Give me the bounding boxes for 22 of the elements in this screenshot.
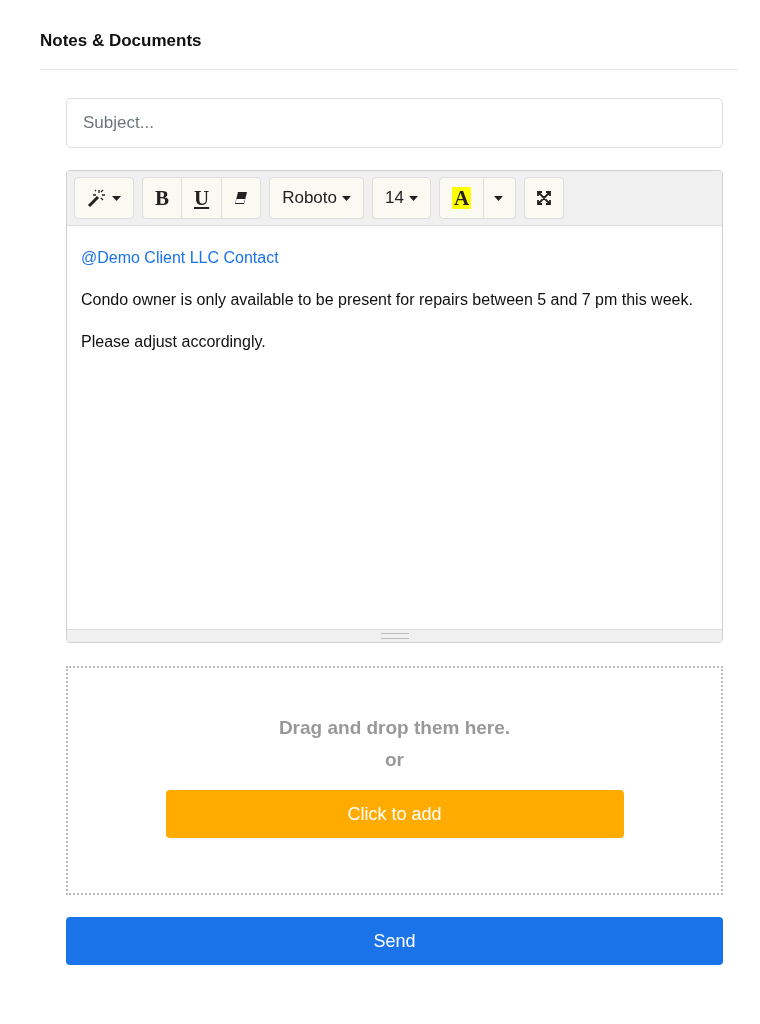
dropdown-button[interactable]: Roboto <box>270 178 363 218</box>
or-label: or <box>385 748 404 772</box>
underline-button[interactable]: U <box>181 178 222 218</box>
send-button[interactable]: Send <box>66 917 723 965</box>
mention-link[interactable]: @Demo Client LLC Contact <box>81 242 279 274</box>
note-paragraph: Please adjust accordingly. <box>81 332 267 352</box>
caret-icon <box>342 195 351 201</box>
grip-icon <box>380 633 409 639</box>
caret-icon <box>408 195 418 201</box>
note-paragraph: Condo owner is only available to be present for repairs between 5 and 7 pm this week. <box>81 290 694 310</box>
dropdown-button[interactable]: 14 <box>373 178 430 218</box>
bold-button[interactable]: B <box>143 178 181 218</box>
caret-icon <box>494 195 504 201</box>
subject-field[interactable]: Subject... <box>66 98 723 148</box>
section-title: Notes & Documents <box>40 30 203 52</box>
drop-hint: Drag and drop them here. <box>278 716 511 740</box>
magic-wand-icon <box>87 189 107 207</box>
expand-icon <box>537 191 552 205</box>
highlight-color-button[interactable]: A <box>439 178 484 218</box>
editor-content[interactable]: @Demo Client LLC Contact Condo owner is only available to be present for repairs between 5 and 7 pm this week. Please adjust accordingly. <box>67 226 722 629</box>
eraser-icon <box>234 191 249 205</box>
caret-icon <box>112 195 121 201</box>
